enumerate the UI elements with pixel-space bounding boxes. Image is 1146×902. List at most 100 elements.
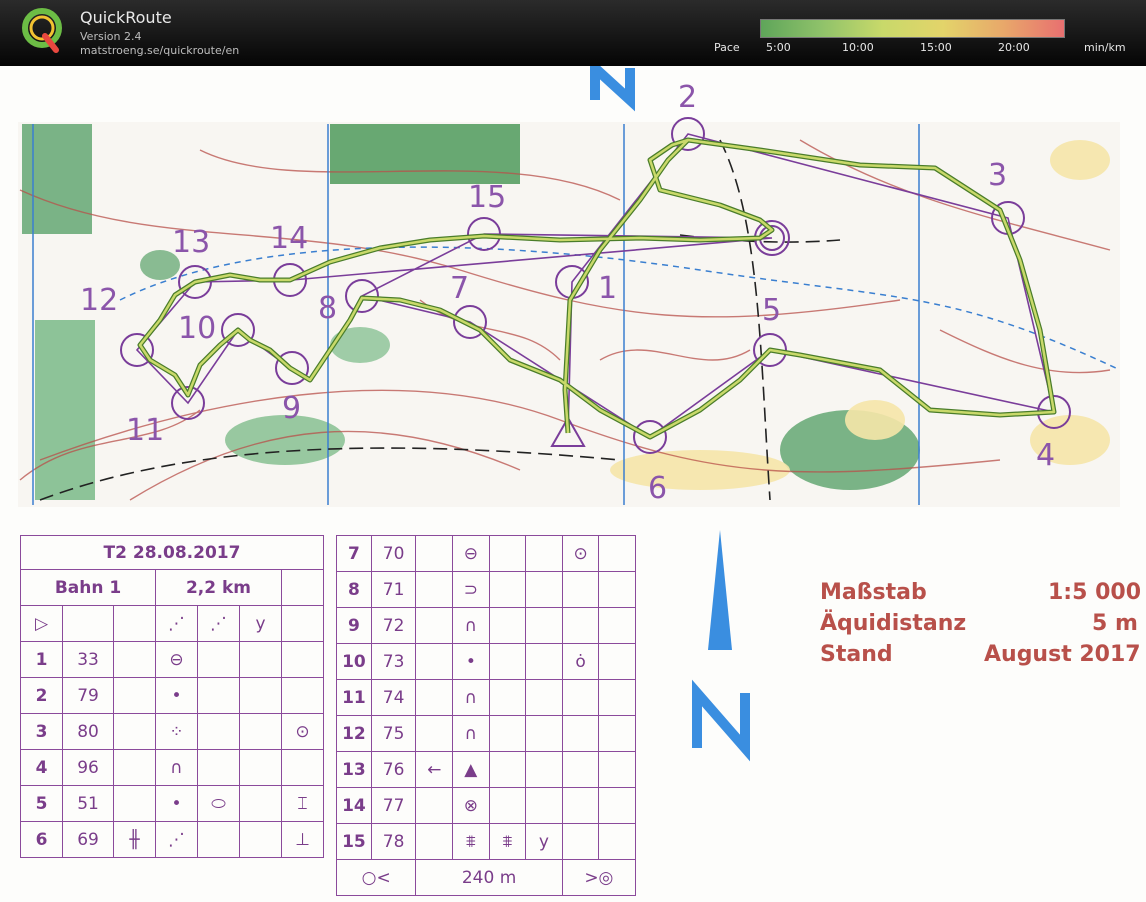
- pace-color-scale: [760, 19, 1065, 38]
- app-title: QuickRoute: [80, 8, 172, 27]
- table-row: 8 71 ⊃: [336, 571, 636, 608]
- knoll-icon: •: [155, 785, 199, 822]
- dotted-line-icon: ⋰: [155, 821, 199, 858]
- table-row: 11 74 ∩: [336, 679, 636, 716]
- table-row: 2 79 •: [20, 677, 325, 714]
- arrow-left-icon: ←: [415, 751, 454, 788]
- pace-unit: min/km: [1084, 41, 1126, 54]
- control-label: 11: [126, 413, 164, 448]
- depression-icon: ⬭: [197, 785, 240, 822]
- control-number: 1: [20, 641, 63, 678]
- control-label: 12: [80, 283, 118, 318]
- foot-icon: ⊥: [280, 821, 325, 858]
- control-code: 70: [370, 535, 417, 572]
- control-label: 10: [178, 311, 216, 346]
- control-number: 14: [336, 787, 372, 824]
- table-row: 14 77 ⊗: [336, 787, 636, 824]
- large-north-arrow-icon: [692, 530, 750, 762]
- control-code: 71: [370, 571, 417, 608]
- spur-icon: ∩: [155, 749, 199, 786]
- control-description-table-right: 7 70 ⊖ ⊙ 8 71 ⊃ 9 72 ∩ 10 73 • ȯ 11 74 ∩ 12 75 ∩ 13 76 ←…: [335, 535, 637, 896]
- control-label: 14: [270, 221, 308, 256]
- pace-label: Pace: [714, 41, 740, 54]
- reentrant-icon: ⊃: [452, 571, 490, 608]
- special-object-icon: ⊗: [452, 787, 490, 824]
- table-row: 12 75 ∩: [336, 715, 636, 752]
- control-code: 96: [61, 749, 115, 786]
- control-number: 10: [336, 643, 372, 680]
- spur-icon: ∩: [452, 715, 490, 752]
- orienteering-map[interactable]: 1 2 3 4 5 6 7 8 9 10 11 12 13 14 15 T2 2…: [0, 56, 1146, 898]
- control-code: 76: [370, 751, 417, 788]
- finish-distance: 240 m: [415, 859, 563, 896]
- contour-label: Äquidistanz: [820, 611, 967, 636]
- control-number: 11: [336, 679, 372, 716]
- control-number: 2: [20, 677, 63, 714]
- control-number: 9: [336, 607, 372, 644]
- table-row: 3 80 ⁘ ⊙: [20, 713, 325, 750]
- spur-icon: ∩: [452, 607, 490, 644]
- course-length: 2,2 km: [155, 569, 282, 606]
- control-number: 13: [336, 751, 372, 788]
- finish-from-icon: ○<: [335, 859, 417, 896]
- wall-icon: ⩨: [452, 823, 490, 860]
- control-code: 75: [370, 715, 417, 752]
- scale-value: 1:5 000: [1048, 580, 1141, 605]
- fork-icon: y: [525, 823, 563, 860]
- position-icon: ⌶: [280, 785, 325, 822]
- control-label: 3: [988, 158, 1007, 193]
- table-row: 10 73 • ȯ: [336, 643, 636, 680]
- pace-tick: 5:00: [766, 41, 791, 54]
- control-label: 7: [450, 271, 469, 306]
- control-number: 12: [336, 715, 372, 752]
- rock-triangle-icon: ▲: [452, 751, 490, 788]
- pace-tick: 15:00: [920, 41, 952, 54]
- crossing-icon: ╫: [113, 821, 157, 858]
- start-triangle-icon: ▷: [20, 605, 63, 642]
- table-row: 7 70 ⊖ ⊙: [336, 535, 636, 572]
- control-number: 15: [336, 823, 372, 860]
- control-label: 6: [648, 471, 667, 506]
- control-number: 6: [20, 821, 63, 858]
- control-label: 13: [172, 225, 210, 260]
- control-code: 33: [61, 641, 115, 678]
- knoll-icon: •: [155, 677, 199, 714]
- table-row: 13 76 ← ▲: [336, 751, 636, 788]
- control-code: 69: [61, 821, 115, 858]
- control-number: 7: [336, 535, 372, 572]
- pace-tick: 20:00: [998, 41, 1030, 54]
- scale-label: Maßstab: [820, 580, 927, 605]
- control-code: 80: [61, 713, 115, 750]
- control-label: 4: [1036, 438, 1055, 473]
- date-value: August 2017: [984, 642, 1141, 667]
- wall-icon: ⩨: [488, 823, 527, 860]
- table-row: 9 72 ∩: [336, 607, 636, 644]
- date-label: Stand: [820, 642, 893, 667]
- knoll-icon: •: [452, 643, 490, 680]
- app-website-link[interactable]: matstroeng.se/quickroute/en: [80, 44, 239, 57]
- control-label: 1: [598, 271, 617, 306]
- dotted-line-icon: ⋰: [197, 605, 240, 642]
- pace-tick: 10:00: [842, 41, 874, 54]
- table-row: 15 78 ⩨ ⩨ y: [336, 823, 636, 860]
- control-code: 74: [370, 679, 417, 716]
- table-row: 6 69 ╫ ⋰ ⊥: [20, 821, 325, 858]
- control-label: 15: [468, 180, 506, 215]
- fork-icon: y: [239, 605, 282, 642]
- course-date-title: T2 28.08.2017: [20, 535, 324, 570]
- control-description-table-left: T2 28.08.2017 Bahn 1 2,2 km ▷ ⋰ ⋰ y 1 33 ⊖ 2…: [19, 535, 325, 858]
- app-header: QuickRoute Version 2.4 matstroeng.se/qui…: [0, 0, 1146, 66]
- table-row: 1 33 ⊖: [20, 641, 325, 678]
- spur-icon: ∩: [452, 679, 490, 716]
- control-label: 9: [282, 391, 301, 426]
- control-number: 5: [20, 785, 63, 822]
- depression-icon: ⊖: [452, 535, 490, 572]
- control-number: 3: [20, 713, 63, 750]
- control-code: 77: [370, 787, 417, 824]
- finish-circle-icon: >◎: [561, 859, 637, 896]
- control-code: 72: [370, 607, 417, 644]
- pit-group-icon: ⁘: [155, 713, 199, 750]
- depression-icon: ⊖: [155, 641, 199, 678]
- small-knoll-icon: ȯ: [561, 643, 600, 680]
- contour-value: 5 m: [1092, 611, 1138, 636]
